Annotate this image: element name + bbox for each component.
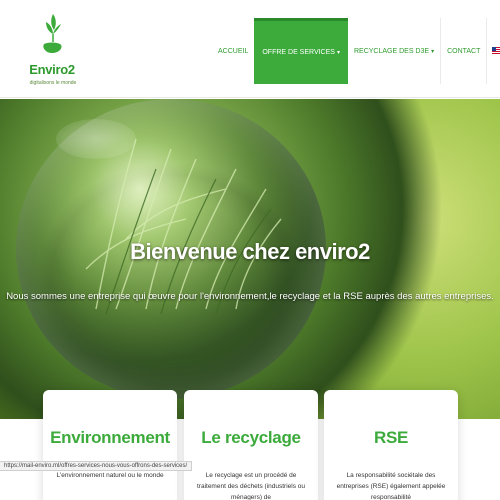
- chevron-down-icon: ▾: [336, 50, 340, 56]
- service-cards: Environnement L'environnement naturel ou…: [0, 390, 500, 500]
- brand-name: Enviro2: [29, 62, 75, 77]
- card-text: Le recyclage est un procédé de traitemen…: [196, 472, 306, 500]
- nav-label: ACCUEIL: [218, 47, 249, 55]
- nav-item-recyclage-d3e[interactable]: RECYCLAGE DES D3E ▾: [348, 18, 440, 84]
- card-title: Le recyclage: [201, 428, 301, 447]
- nav-item-contact[interactable]: CONTACT: [441, 18, 486, 84]
- leaf-hand-logo-icon: [43, 14, 62, 53]
- browser-status-url: https://mail-enviro.ml/offres-services-n…: [0, 461, 193, 471]
- hero-subtitle: Nous sommes une entreprise qui œuvre pou…: [6, 291, 494, 302]
- card-title: RSE: [373, 428, 409, 447]
- nav-item-accueil[interactable]: ACCUEIL: [212, 18, 254, 84]
- hero-banner: Bienvenue chez enviro2 Nous sommes une e…: [0, 99, 500, 419]
- hero-title: Bienvenue chez enviro2: [130, 239, 370, 264]
- card-rse[interactable]: RSE La responsabilité sociétale des entr…: [324, 390, 458, 500]
- divider: [486, 18, 488, 84]
- brand-tagline: digitalisons le monde: [29, 80, 77, 86]
- page: Enviro2 digitalisons le monde ACCUEIL OF…: [0, 0, 500, 500]
- nav-label: RECYCLAGE DES D3E: [353, 47, 430, 55]
- card-le-recyclage[interactable]: Le recyclage Le recyclage est un procédé…: [184, 390, 318, 500]
- flag-en-icon[interactable]: [492, 47, 500, 55]
- nav-label: OFFRE DE SERVICES: [262, 49, 335, 56]
- site-header: Enviro2 digitalisons le monde ACCUEIL OF…: [0, 0, 500, 98]
- card-text: L'environnement naturel ou le monde: [56, 472, 164, 479]
- card-environnement[interactable]: Environnement L'environnement naturel ou…: [43, 390, 177, 500]
- nav-label: CONTACT: [447, 47, 481, 55]
- grass-image: [85, 138, 282, 315]
- nav-item-offre-de-services[interactable]: OFFRE DE SERVICES ▾: [254, 18, 348, 84]
- chevron-down-icon: ▾: [431, 48, 435, 55]
- card-title: Environnement: [50, 428, 170, 447]
- main-nav: ACCUEIL OFFRE DE SERVICES ▾ RECYCLAGE DE…: [212, 18, 500, 84]
- card-text: La responsabilité sociétale des entrepri…: [336, 472, 446, 500]
